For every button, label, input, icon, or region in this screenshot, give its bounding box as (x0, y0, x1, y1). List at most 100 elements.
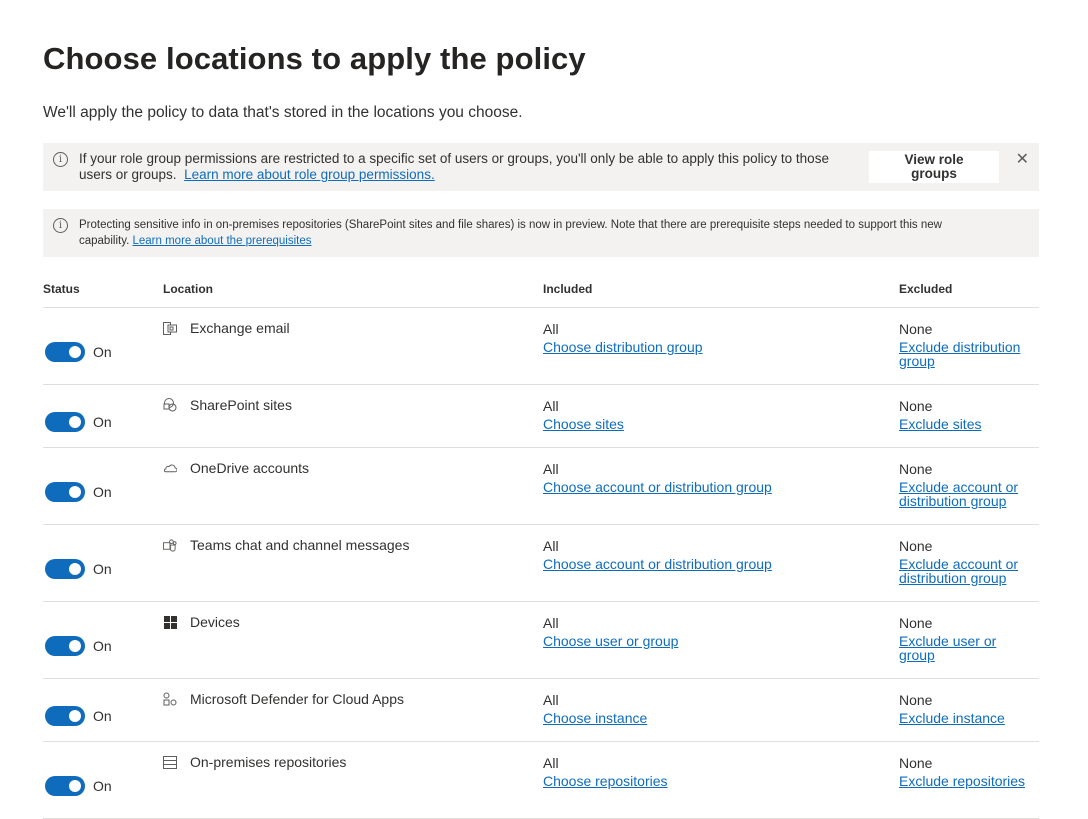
excluded-cell: None Exclude account or distribution grou… (899, 460, 1039, 524)
include-link-on-premises-repositories[interactable]: Choose repositories (543, 774, 899, 788)
header-status: Status (43, 281, 80, 296)
table-row: On Microsoft Defender for Cloud Apps All Ch… (43, 679, 1039, 742)
status-toggle-microsoft-defender-for-cloud-apps[interactable] (45, 706, 85, 726)
status-label: On (93, 708, 112, 724)
included-value: All (543, 692, 559, 708)
excluded-cell: None Exclude user or group (899, 614, 1039, 678)
status-cell: On (43, 460, 163, 524)
status-toggle-devices[interactable] (45, 636, 85, 656)
included-value: All (543, 615, 559, 631)
locations-table: Status Location Included Excluded On Exch… (43, 270, 1039, 819)
role-group-banner-text: If your role group permissions are restr… (79, 151, 864, 183)
cloud-apps-icon (163, 692, 177, 706)
learn-more-prerequisites-link[interactable]: Learn more about the prerequisites (133, 235, 312, 247)
excluded-value: None (899, 398, 933, 414)
location-name: Devices (190, 614, 240, 630)
location-name: Exchange email (190, 320, 290, 336)
table-row: On On-premises repositories All Choose repo… (43, 742, 1039, 819)
status-toggle-exchange-email[interactable] (45, 342, 85, 362)
included-value: All (543, 538, 559, 554)
status-label: On (93, 778, 112, 794)
header-included: Included (543, 281, 593, 296)
included-value: All (543, 398, 559, 414)
location-name: SharePoint sites (190, 397, 292, 413)
exclude-link-microsoft-defender-for-cloud-apps[interactable]: Exclude instance (899, 711, 1027, 725)
excluded-value: None (899, 755, 933, 771)
preview-banner-text: Protecting sensitive info in on-premises… (79, 217, 989, 249)
preview-banner: i Protecting sensitive info in on-premis… (43, 209, 1039, 257)
status-label: On (93, 561, 112, 577)
included-cell: All Choose account or distribution group (543, 537, 899, 601)
status-cell: On (43, 691, 163, 741)
included-cell: All Choose repositories (543, 754, 899, 818)
excluded-value: None (899, 692, 933, 708)
status-label: On (93, 638, 112, 654)
table-body: On Exchange email All Choose distribution g… (43, 308, 1039, 819)
excluded-cell: None Exclude repositories (899, 754, 1039, 818)
excluded-value: None (899, 461, 933, 477)
include-link-onedrive-accounts[interactable]: Choose account or distribution group (543, 480, 899, 494)
status-label: On (93, 484, 112, 500)
status-toggle-on-premises-repositories[interactable] (45, 776, 85, 796)
excluded-value: None (899, 321, 933, 337)
exclude-link-sharepoint-sites[interactable]: Exclude sites (899, 417, 1027, 431)
exclude-link-devices[interactable]: Exclude user or group (899, 634, 1027, 662)
close-icon[interactable]: ✕ (1016, 149, 1029, 169)
table-row: On Teams chat and channel messages All Choo… (43, 525, 1039, 602)
status-cell: On (43, 397, 163, 447)
info-icon: i (53, 218, 68, 233)
excluded-cell: None Exclude sites (899, 397, 1039, 447)
info-icon: i (53, 152, 68, 167)
header-location: Location (163, 281, 213, 296)
header-excluded: Excluded (899, 281, 953, 296)
location-cell: On-premises repositories (163, 754, 543, 818)
location-cell: Exchange email (163, 320, 543, 384)
include-link-exchange-email[interactable]: Choose distribution group (543, 340, 899, 354)
table-row: On SharePoint sites All Choose sites None Exc… (43, 385, 1039, 448)
include-link-teams-chat-and-channel-messages[interactable]: Choose account or distribution group (543, 557, 899, 571)
status-cell: On (43, 754, 163, 818)
view-role-groups-button[interactable]: View role groups (869, 151, 999, 183)
included-value: All (543, 755, 559, 771)
exclude-link-onedrive-accounts[interactable]: Exclude account or distribution group (899, 480, 1027, 508)
sharepoint-icon (163, 398, 177, 412)
included-cell: All Choose user or group (543, 614, 899, 678)
repository-icon (163, 755, 177, 769)
excluded-cell: None Exclude distribution group (899, 320, 1039, 384)
location-cell: Devices (163, 614, 543, 678)
location-name: Microsoft Defender for Cloud Apps (190, 691, 404, 707)
status-label: On (93, 344, 112, 360)
excluded-value: None (899, 615, 933, 631)
teams-icon (163, 538, 177, 552)
status-cell: On (43, 537, 163, 601)
included-cell: All Choose instance (543, 691, 899, 741)
exclude-link-exchange-email[interactable]: Exclude distribution group (899, 340, 1027, 368)
status-toggle-teams-chat-and-channel-messages[interactable] (45, 559, 85, 579)
location-cell: OneDrive accounts (163, 460, 543, 524)
windows-icon (163, 615, 177, 629)
include-link-microsoft-defender-for-cloud-apps[interactable]: Choose instance (543, 711, 899, 725)
include-link-sharepoint-sites[interactable]: Choose sites (543, 417, 899, 431)
included-value: All (543, 461, 559, 477)
include-link-devices[interactable]: Choose user or group (543, 634, 899, 648)
included-cell: All Choose sites (543, 397, 899, 447)
location-cell: SharePoint sites (163, 397, 543, 447)
exclude-link-on-premises-repositories[interactable]: Exclude repositories (899, 774, 1027, 788)
location-name: Teams chat and channel messages (190, 537, 410, 553)
table-row: On OneDrive accounts All Choose account or … (43, 448, 1039, 525)
included-cell: All Choose distribution group (543, 320, 899, 384)
exclude-link-teams-chat-and-channel-messages[interactable]: Exclude account or distribution group (899, 557, 1027, 585)
learn-more-role-groups-link[interactable]: Learn more about role group permissions. (184, 167, 435, 182)
page-subtitle: We'll apply the policy to data that's st… (43, 104, 523, 121)
page: Choose locations to apply the policy We'… (0, 0, 1088, 819)
excluded-cell: None Exclude instance (899, 691, 1039, 741)
included-cell: All Choose account or distribution group (543, 460, 899, 524)
excluded-cell: None Exclude account or distribution grou… (899, 537, 1039, 601)
location-cell: Microsoft Defender for Cloud Apps (163, 691, 543, 741)
status-toggle-sharepoint-sites[interactable] (45, 412, 85, 432)
onedrive-icon (163, 461, 177, 475)
status-toggle-onedrive-accounts[interactable] (45, 482, 85, 502)
status-label: On (93, 414, 112, 430)
role-group-banner: i If your role group permissions are res… (43, 143, 1039, 191)
exchange-icon (163, 321, 177, 335)
